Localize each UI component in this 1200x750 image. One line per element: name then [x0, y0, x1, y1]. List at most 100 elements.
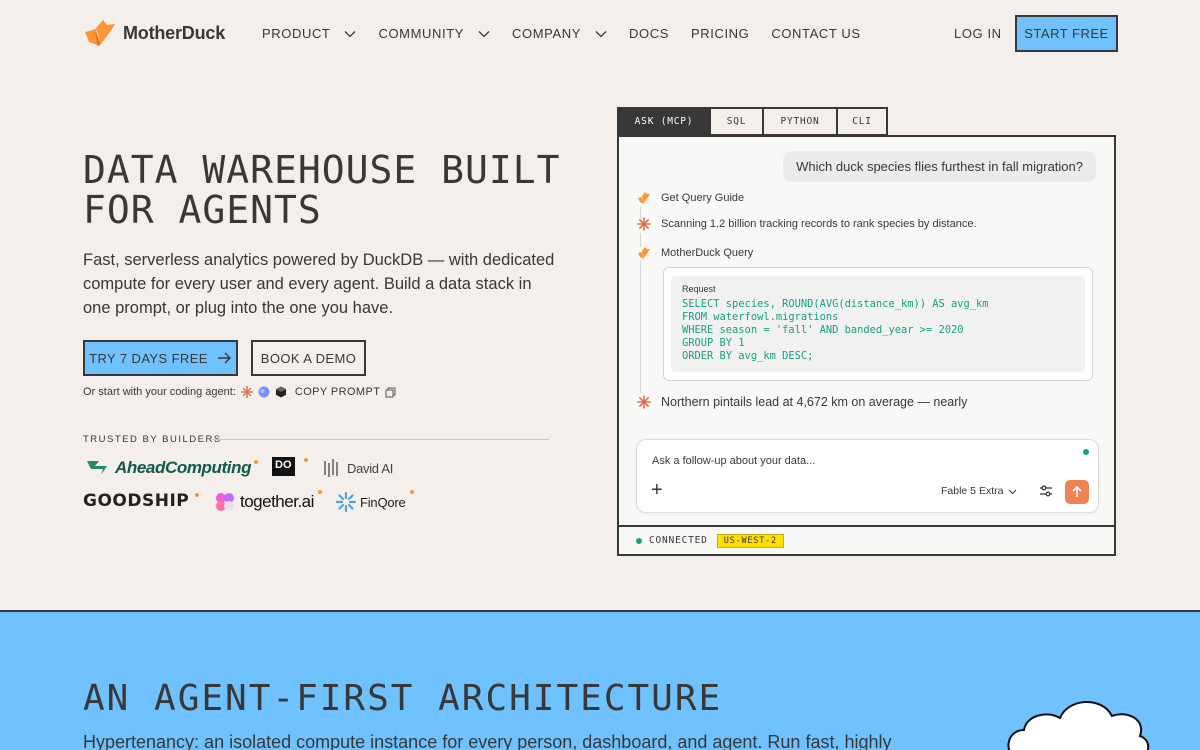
chevron-down-icon [345, 30, 356, 37]
step-guide-text: Get Query Guide [661, 192, 745, 204]
timeline-line [640, 261, 641, 393]
plus-icon[interactable]: + [651, 480, 663, 500]
duck-logo-icon [85, 20, 115, 46]
login-link[interactable]: LOG IN [954, 26, 1002, 41]
duck-tool-icon [638, 247, 650, 259]
aheadcomputing-mark-icon [87, 461, 107, 475]
nav-company[interactable]: COMPANY [512, 26, 607, 41]
arrow-up-icon [1072, 486, 1082, 497]
top-navigation: MotherDuck PRODUCT COMMUNITY COMPANY DOC… [0, 0, 1200, 68]
architecture-section: AN AGENT-FIRST ARCHITECTURE Hypertenancy… [0, 610, 1200, 750]
nav-docs-label: DOCS [629, 26, 669, 41]
model-name: Fable 5 Extra [941, 485, 1004, 497]
hero-title: DATA WAREHOUSE BUILT FOR AGENTS [83, 150, 563, 230]
agent-orb-icon[interactable] [258, 386, 270, 398]
logo-aheadcomputing-text: AheadComputing [115, 458, 252, 477]
nav-product[interactable]: PRODUCT [262, 26, 356, 41]
chevron-down-icon [595, 30, 607, 37]
chevron-down-icon [1009, 489, 1017, 494]
status-dot [636, 537, 642, 544]
hero-subtitle: Fast, serverless analytics powered by Du… [83, 251, 555, 317]
copy-prompt-link[interactable]: COPY PROMPT [295, 386, 381, 398]
david-ai-mark-icon [324, 459, 338, 477]
trusted-by-label: TRUSTED BY BUILDERS [83, 434, 222, 445]
hero-title-line1: DATA WAREHOUSE BUILT [83, 148, 561, 192]
architecture-title: AN AGENT-FIRST ARCHITECTURE [83, 678, 723, 719]
spark-icon [637, 395, 651, 409]
cursor-cube-icon[interactable] [275, 386, 287, 398]
nav-community-label: COMMUNITY [378, 26, 465, 41]
query-request-body: Request SELECT species, ROUND(AVG(distan… [671, 276, 1085, 372]
logo-do-text: DO [272, 457, 295, 476]
step-query-text: MotherDuck Query [661, 247, 754, 259]
logo-separator-dot [195, 493, 199, 497]
nav-contact[interactable]: CONTACT US [771, 26, 860, 41]
logo-separator-dot [410, 490, 414, 494]
settings-sliders-icon[interactable] [1039, 484, 1053, 498]
tab-cli[interactable]: CLI [836, 107, 888, 136]
logo-together-ai-text: together.ai [240, 492, 314, 511]
logo-separator-dot [254, 460, 258, 464]
follow-up-placeholder: Ask a follow-up about your data... [652, 455, 816, 467]
follow-up-input[interactable]: Ask a follow-up about your data... + Fab… [636, 439, 1099, 513]
step-motherduck-query: MotherDuck Query [637, 247, 753, 259]
chevron-down-icon [478, 30, 490, 37]
start-free-button[interactable]: START FREE [1015, 15, 1118, 52]
step-scan-text: Scanning 1.2 billion tracking records to… [661, 218, 977, 230]
logo-finqore-text: FinQore [360, 494, 406, 510]
logo-david-ai-text: David AI [347, 460, 394, 476]
try-free-label: TRY 7 DAYS FREE [89, 350, 208, 366]
step-get-query-guide: Get Query Guide [637, 192, 744, 204]
logo-together-ai: together.ai [214, 491, 314, 513]
architecture-subtitle: Hypertenancy: an isolated compute instan… [83, 732, 892, 750]
timeline-line [640, 233, 641, 247]
model-selector[interactable]: Fable 5 Extra [941, 485, 1017, 497]
sql-code: SELECT species, ROUND(AVG(distance_km)) … [682, 298, 989, 362]
brand-name: MotherDuck [123, 22, 226, 43]
user-message-bubble: Which duck species flies furthest in fal… [783, 151, 1096, 182]
logo-separator-dot [304, 458, 308, 462]
nav-product-label: PRODUCT [262, 26, 331, 41]
coding-agent-text: Or start with your coding agent: [83, 386, 236, 398]
together-ai-mark-icon [216, 493, 234, 511]
spark-icon [637, 217, 651, 231]
try-free-button[interactable]: TRY 7 DAYS FREE [83, 340, 238, 376]
motherduck-logo[interactable]: MotherDuck [83, 20, 225, 46]
nav-links: PRODUCT COMMUNITY COMPANY DOCS PRICING C… [262, 26, 883, 41]
step-scanning: Scanning 1.2 billion tracking records to… [637, 217, 977, 231]
hero-title-line2: FOR AGENTS [83, 188, 322, 232]
terminal-tabs: ASK (MCP) SQL PYTHON CLI [617, 107, 888, 136]
finqore-mark-icon [336, 492, 356, 512]
book-demo-button[interactable]: BOOK A DEMO [251, 340, 366, 376]
tab-ask-mcp[interactable]: ASK (MCP) [617, 107, 709, 136]
logo-finqore: FinQore [336, 492, 406, 512]
nav-pricing-label: PRICING [690, 26, 750, 41]
logo-do: DO [272, 457, 295, 476]
agent-answer-text: Northern pintails lead at 4,672 km on av… [661, 395, 968, 409]
connection-status-bar: CONNECTED US-WEST-2 [619, 525, 1114, 554]
nav-docs[interactable]: DOCS [629, 26, 669, 41]
send-button[interactable] [1065, 480, 1089, 504]
nav-pricing[interactable]: PRICING [691, 26, 749, 41]
logo-separator-dot [318, 490, 322, 494]
copy-icon[interactable] [385, 387, 396, 398]
region-badge: US-WEST-2 [716, 533, 784, 548]
query-request-card: Request SELECT species, ROUND(AVG(distan… [663, 267, 1093, 381]
logo-goodship-text: GOODSHIP [83, 491, 190, 511]
status-text: CONNECTED [649, 535, 708, 546]
logo-aheadcomputing: AheadComputing [83, 458, 251, 478]
logo-goodship: GOODSHIP [83, 491, 189, 511]
nav-company-label: COMPANY [512, 26, 582, 41]
agent-answer: Northern pintails lead at 4,672 km on av… [637, 395, 967, 409]
claude-icon[interactable] [240, 386, 253, 398]
online-indicator [1083, 449, 1089, 455]
arrow-right-icon [217, 352, 231, 364]
duck-tool-icon [638, 192, 650, 204]
nav-community[interactable]: COMMUNITY [378, 26, 490, 41]
request-label: Request [682, 284, 716, 294]
nav-contact-label: CONTACT US [771, 26, 861, 41]
trusted-divider [212, 439, 549, 440]
tab-python[interactable]: PYTHON [762, 107, 836, 136]
coding-agent-row: Or start with your coding agent: COPY PR… [83, 386, 396, 398]
tab-sql[interactable]: SQL [709, 107, 762, 136]
